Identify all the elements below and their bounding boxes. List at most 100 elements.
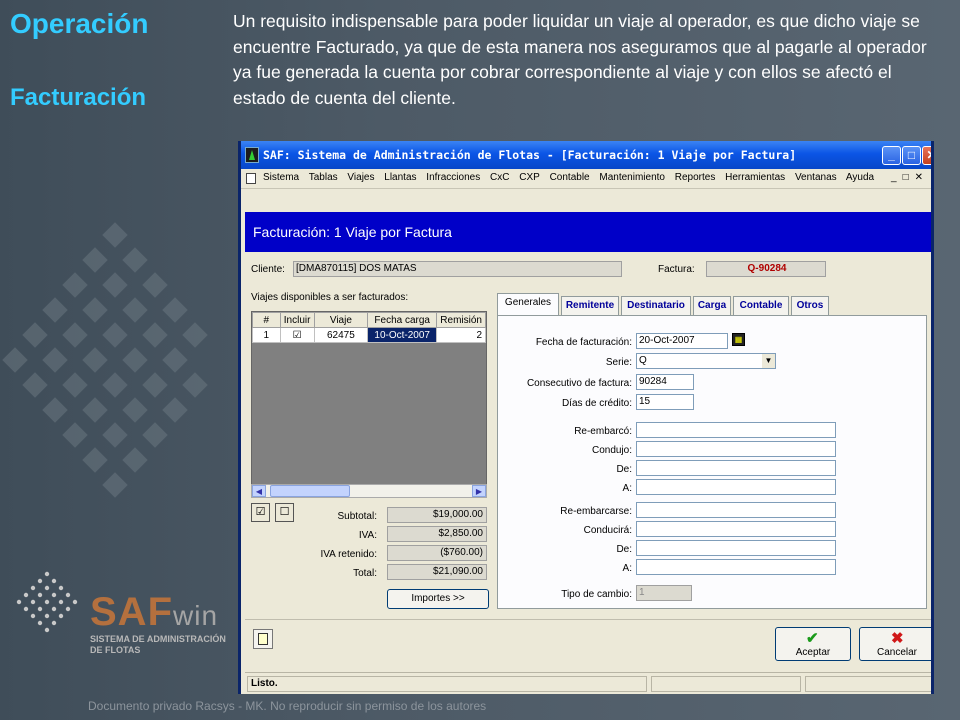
- fecha-facturacion-field[interactable]: 20-Oct-2007: [636, 333, 728, 349]
- mdi-controls[interactable]: _□✕: [891, 172, 929, 183]
- toolbar-strip: [241, 188, 931, 212]
- menu-reportes[interactable]: Reportes: [675, 172, 716, 183]
- scroll-thumb[interactable]: [270, 485, 350, 497]
- cancelar-button[interactable]: ✖ Cancelar: [859, 627, 931, 661]
- tab-generales[interactable]: Generales: [497, 293, 559, 315]
- col-remision[interactable]: Remisión: [436, 312, 486, 328]
- status-bar: Listo.: [245, 672, 931, 694]
- status-panel-2: [651, 676, 801, 692]
- aceptar-button[interactable]: ✔ Aceptar: [775, 627, 851, 661]
- col-fecha-carga[interactable]: Fecha carga: [367, 312, 438, 328]
- col-incluir[interactable]: Incluir: [279, 312, 315, 328]
- menu-ayuda[interactable]: Ayuda: [846, 172, 874, 183]
- iva-label: IVA:: [358, 530, 377, 541]
- menu-cxp[interactable]: CXP: [519, 172, 540, 183]
- subtotal-field: $19,000.00: [387, 507, 487, 523]
- col-num[interactable]: #: [252, 312, 281, 328]
- check-icon: ✔: [806, 630, 819, 647]
- menu-tablas[interactable]: Tablas: [309, 172, 338, 183]
- new-document-button[interactable]: [253, 629, 273, 649]
- maximize-button[interactable]: □: [902, 146, 921, 165]
- calendar-icon[interactable]: ▦: [732, 333, 745, 346]
- deselect-all-button[interactable]: ☐: [275, 503, 294, 522]
- menu-cxc[interactable]: CxC: [490, 172, 509, 183]
- window-title: SAF: Sistema de Administración de Flotas…: [263, 148, 797, 162]
- table-row[interactable]: 1 ☑ 62475 10-Oct-2007 2: [252, 327, 486, 343]
- consecutivo-field[interactable]: 90284: [636, 374, 694, 390]
- serie-select[interactable]: Q: [636, 353, 776, 369]
- iva-retenido-field: ($760.00): [387, 545, 487, 561]
- tab-destinatario[interactable]: Destinatario: [621, 296, 691, 316]
- grid-horizontal-scrollbar[interactable]: ◀ ▶: [251, 484, 487, 498]
- de-2-field[interactable]: [636, 540, 836, 556]
- menu-mantenimiento[interactable]: Mantenimiento: [599, 172, 665, 183]
- conducira-label: Conducirá:: [583, 525, 632, 536]
- bottom-bar: ✔ Aceptar ✖ Cancelar: [245, 619, 931, 665]
- chevron-down-icon[interactable]: ▼: [762, 354, 775, 368]
- a-2-field[interactable]: [636, 559, 836, 575]
- condujo-field[interactable]: [636, 441, 836, 457]
- serie-label: Serie:: [605, 357, 632, 368]
- cell-remision[interactable]: 2: [436, 327, 486, 343]
- menu-contable[interactable]: Contable: [550, 172, 590, 183]
- tab-contable[interactable]: Contable: [733, 296, 789, 316]
- reembarcarse-label: Re-embarcarse:: [560, 506, 632, 517]
- close-button[interactable]: ✕: [922, 146, 931, 165]
- de-2-label: De:: [616, 544, 632, 555]
- factura-field[interactable]: Q-90284: [706, 261, 826, 277]
- tab-otros[interactable]: Otros: [791, 296, 829, 316]
- tipo-cambio-label: Tipo de cambio:: [561, 589, 632, 600]
- menu-ventanas[interactable]: Ventanas: [795, 172, 837, 183]
- minimize-button[interactable]: _: [882, 146, 901, 165]
- cell-viaje[interactable]: 62475: [313, 327, 369, 343]
- reembarcarse-field[interactable]: [636, 502, 836, 518]
- factura-label: Factura:: [658, 264, 695, 275]
- importes-button[interactable]: Importes >>: [387, 589, 489, 609]
- window-titlebar[interactable]: SAF: Sistema de Administración de Flotas…: [241, 141, 931, 169]
- viajes-label: Viajes disponibles a ser facturados:: [251, 292, 409, 303]
- tipo-cambio-field: 1: [636, 585, 692, 601]
- iva-field: $2,850.00: [387, 526, 487, 542]
- select-all-button[interactable]: ☑: [251, 503, 270, 522]
- tab-remitente[interactable]: Remitente: [561, 296, 619, 316]
- menu-llantas[interactable]: Llantas: [384, 172, 416, 183]
- new-document-icon: [258, 633, 268, 645]
- cell-num[interactable]: 1: [252, 327, 281, 343]
- app-icon: [245, 147, 259, 163]
- form-header-title: Facturación: 1 Viaje por Factura: [253, 224, 452, 240]
- cliente-field[interactable]: [DMA870115] DOS MATAS: [293, 261, 622, 277]
- menu-herramientas[interactable]: Herramientas: [725, 172, 785, 183]
- scroll-left-icon[interactable]: ◀: [252, 485, 266, 497]
- slide-body-text: Un requisito indispensable para poder li…: [233, 11, 927, 108]
- conducira-field[interactable]: [636, 521, 836, 537]
- scroll-right-icon[interactable]: ▶: [472, 485, 486, 497]
- safwin-logo: SAFwin SISTEMA DE ADMINISTRACIÓN DE FLOT…: [10, 560, 230, 660]
- subtotal-label: Subtotal:: [337, 511, 377, 522]
- tab-carga[interactable]: Carga: [693, 296, 731, 316]
- logo-wordmark: SAFwin: [90, 590, 219, 634]
- reembarco-field[interactable]: [636, 422, 836, 438]
- menu-viajes[interactable]: Viajes: [347, 172, 374, 183]
- de-field[interactable]: [636, 460, 836, 476]
- status-text: Listo.: [247, 676, 647, 692]
- footer-note: Documento privado Racsys - MK. No reprod…: [88, 699, 487, 713]
- consecutivo-label: Consecutivo de factura:: [526, 378, 632, 389]
- a-2-label: A:: [622, 563, 632, 574]
- dias-credito-field[interactable]: 15: [636, 394, 694, 410]
- cliente-label: Cliente:: [251, 264, 285, 275]
- cell-fecha[interactable]: 10-Oct-2007: [367, 327, 438, 343]
- a-label: A:: [622, 483, 632, 494]
- viajes-grid: # Incluir Viaje Fecha carga Remisión 1 ☑…: [251, 311, 487, 497]
- iva-retenido-label: IVA retenido:: [320, 549, 377, 560]
- total-label: Total:: [353, 568, 377, 579]
- a-field[interactable]: [636, 479, 836, 495]
- col-viaje[interactable]: Viaje: [313, 312, 369, 328]
- x-icon: ✖: [891, 630, 904, 647]
- document-icon[interactable]: [246, 173, 256, 184]
- incluir-checkbox[interactable]: ☑: [279, 327, 315, 343]
- menu-bar: Sistema Tablas Viajes Llantas Infraccion…: [241, 169, 931, 188]
- fecha-facturacion-label: Fecha de facturación:: [535, 337, 632, 348]
- menu-sistema[interactable]: Sistema: [263, 172, 299, 183]
- generales-panel: Fecha de facturación: 20-Oct-2007 ▦ Seri…: [497, 315, 927, 609]
- menu-infracciones[interactable]: Infracciones: [426, 172, 480, 183]
